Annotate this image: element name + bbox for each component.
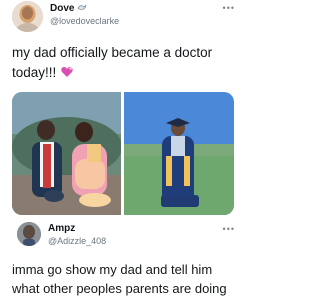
reply-avatar-image	[17, 222, 41, 246]
reply-more-icon[interactable]: •••	[223, 224, 235, 234]
tweet-text-content: my dad officially became a doctor today!…	[12, 45, 213, 80]
tweet-media[interactable]	[12, 92, 234, 215]
reply-text: imma go show my dad and tell him what ot…	[12, 260, 246, 298]
dove-emoji-icon	[77, 4, 87, 10]
photo-dad-and-daughter[interactable]	[12, 92, 121, 215]
avatar-image	[12, 1, 43, 32]
heart-emoji-icon	[60, 65, 74, 85]
author-handle[interactable]: @lovedoveclarke	[50, 16, 119, 26]
more-icon[interactable]: •••	[223, 3, 235, 13]
tweet-text: my dad officially became a doctor today!…	[12, 43, 237, 85]
reply-line-2: what other peoples parents are doing	[12, 281, 227, 296]
photo-graduation[interactable]	[124, 92, 234, 215]
reply-author-avatar[interactable]	[17, 222, 41, 246]
reply-author-name[interactable]: Ampz	[48, 223, 75, 234]
author-avatar[interactable]	[12, 1, 43, 32]
reply-author-handle[interactable]: @Adizzle_408	[48, 236, 106, 246]
author-name[interactable]: Dove	[50, 2, 87, 14]
reply-line-1: imma go show my dad and tell him	[12, 262, 213, 277]
